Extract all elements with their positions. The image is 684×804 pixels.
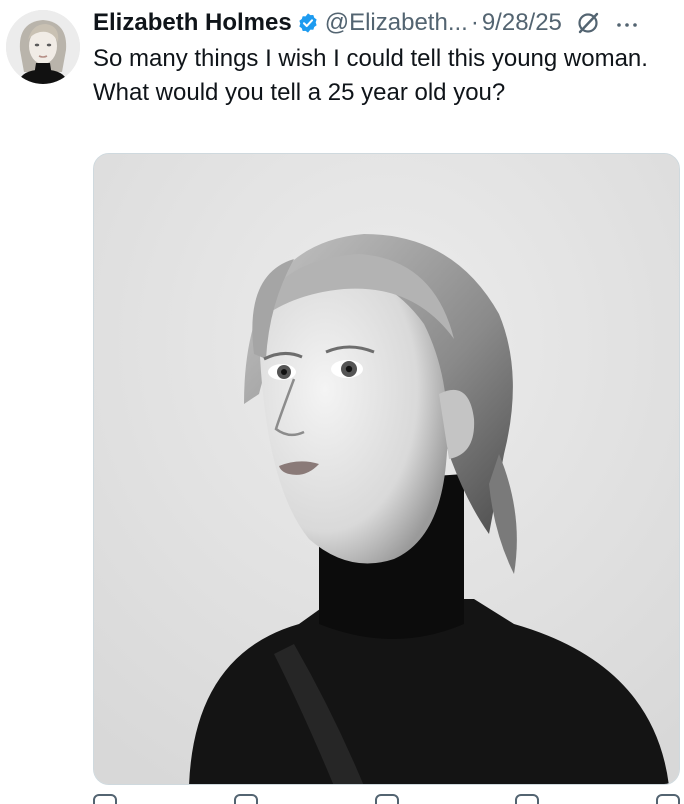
tweet-header: Elizabeth Holmes @Elizabeth... · 9/28/25: [93, 6, 674, 40]
verified-badge-icon[interactable]: [297, 12, 319, 34]
separator-dot: ·: [470, 9, 479, 36]
author-avatar[interactable]: [6, 10, 80, 84]
reply-icon[interactable]: [93, 794, 117, 804]
author-name[interactable]: Elizabeth Holmes: [93, 9, 292, 37]
tweet[interactable]: Elizabeth Holmes @Elizabeth... · 9/28/25…: [0, 0, 684, 804]
like-icon[interactable]: [374, 794, 399, 804]
tweet-text-line: What would you tell a 25 year old you?: [93, 79, 506, 106]
tweet-text: So many things I wish I could tell this …: [93, 42, 653, 110]
views-icon[interactable]: [515, 794, 540, 804]
more-options-icon[interactable]: [616, 11, 638, 35]
author-handle[interactable]: @Elizabeth...: [325, 9, 468, 37]
tweet-date[interactable]: 9/28/25: [482, 9, 562, 37]
bookmark-icon[interactable]: [656, 794, 680, 804]
repost-icon[interactable]: [233, 794, 258, 804]
grok-icon[interactable]: [576, 11, 600, 35]
tweet-photo[interactable]: [93, 153, 680, 785]
tweet-action-bar: [93, 794, 680, 804]
tweet-text-line: So many things I wish I could tell this …: [93, 45, 648, 72]
